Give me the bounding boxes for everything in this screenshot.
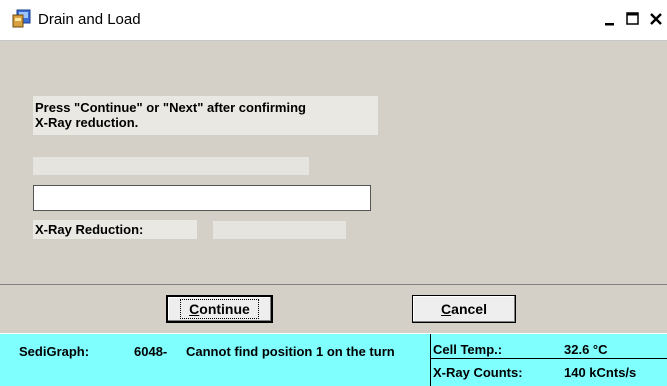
- sample-text-input[interactable]: [33, 185, 371, 211]
- continue-button[interactable]: Continue: [166, 295, 273, 323]
- maximize-icon: [626, 12, 639, 25]
- xray-reduction-value: [213, 221, 346, 239]
- xray-reduction-label: X-Ray Reduction:: [33, 220, 197, 239]
- xray-counts-value: 140 kCnts/s: [564, 365, 637, 380]
- status-message: Cannot find position 1 on the turn: [186, 344, 395, 359]
- button-bar: Continue Cancel: [0, 284, 667, 334]
- app-icon: [12, 9, 32, 29]
- maximize-button[interactable]: [622, 8, 644, 30]
- close-icon: [650, 13, 662, 25]
- cancel-mnemonic: C: [441, 301, 452, 317]
- cell-temp-label: Cell Temp.:: [433, 342, 503, 357]
- minimize-icon: [605, 23, 614, 26]
- cancel-button[interactable]: Cancel: [412, 295, 516, 323]
- status-readings-panel: Cell Temp.: 32.6 °C X-Ray Counts: 140 kC…: [431, 334, 667, 386]
- cancel-label: ancel: [451, 301, 487, 317]
- drain-and-load-window: Drain and Load Press "Continue" or "Next…: [0, 0, 667, 386]
- cell-temp-value: 32.6 °C: [564, 342, 608, 357]
- status-source: SediGraph:: [19, 344, 90, 359]
- status-bar: SediGraph: 6048- Cannot find position 1 …: [0, 333, 667, 386]
- continue-focus-rect: Continue: [180, 299, 259, 319]
- instruction-text: Press "Continue" or "Next" after confirm…: [33, 96, 378, 135]
- status-message-field: [33, 157, 309, 175]
- close-button[interactable]: [645, 8, 667, 30]
- title-controls: [598, 8, 667, 32]
- title-bar[interactable]: Drain and Load: [0, 0, 667, 41]
- xray-counts-label: X-Ray Counts:: [433, 365, 523, 380]
- continue-mnemonic: C: [189, 301, 200, 317]
- dialog-client-area: Press "Continue" or "Next" after confirm…: [0, 41, 667, 283]
- status-message-panel: SediGraph: 6048- Cannot find position 1 …: [0, 334, 431, 386]
- minimize-button[interactable]: [599, 8, 621, 30]
- continue-label: ontinue: [199, 301, 250, 317]
- window-title: Drain and Load: [38, 11, 141, 28]
- status-code: 6048-: [134, 344, 168, 359]
